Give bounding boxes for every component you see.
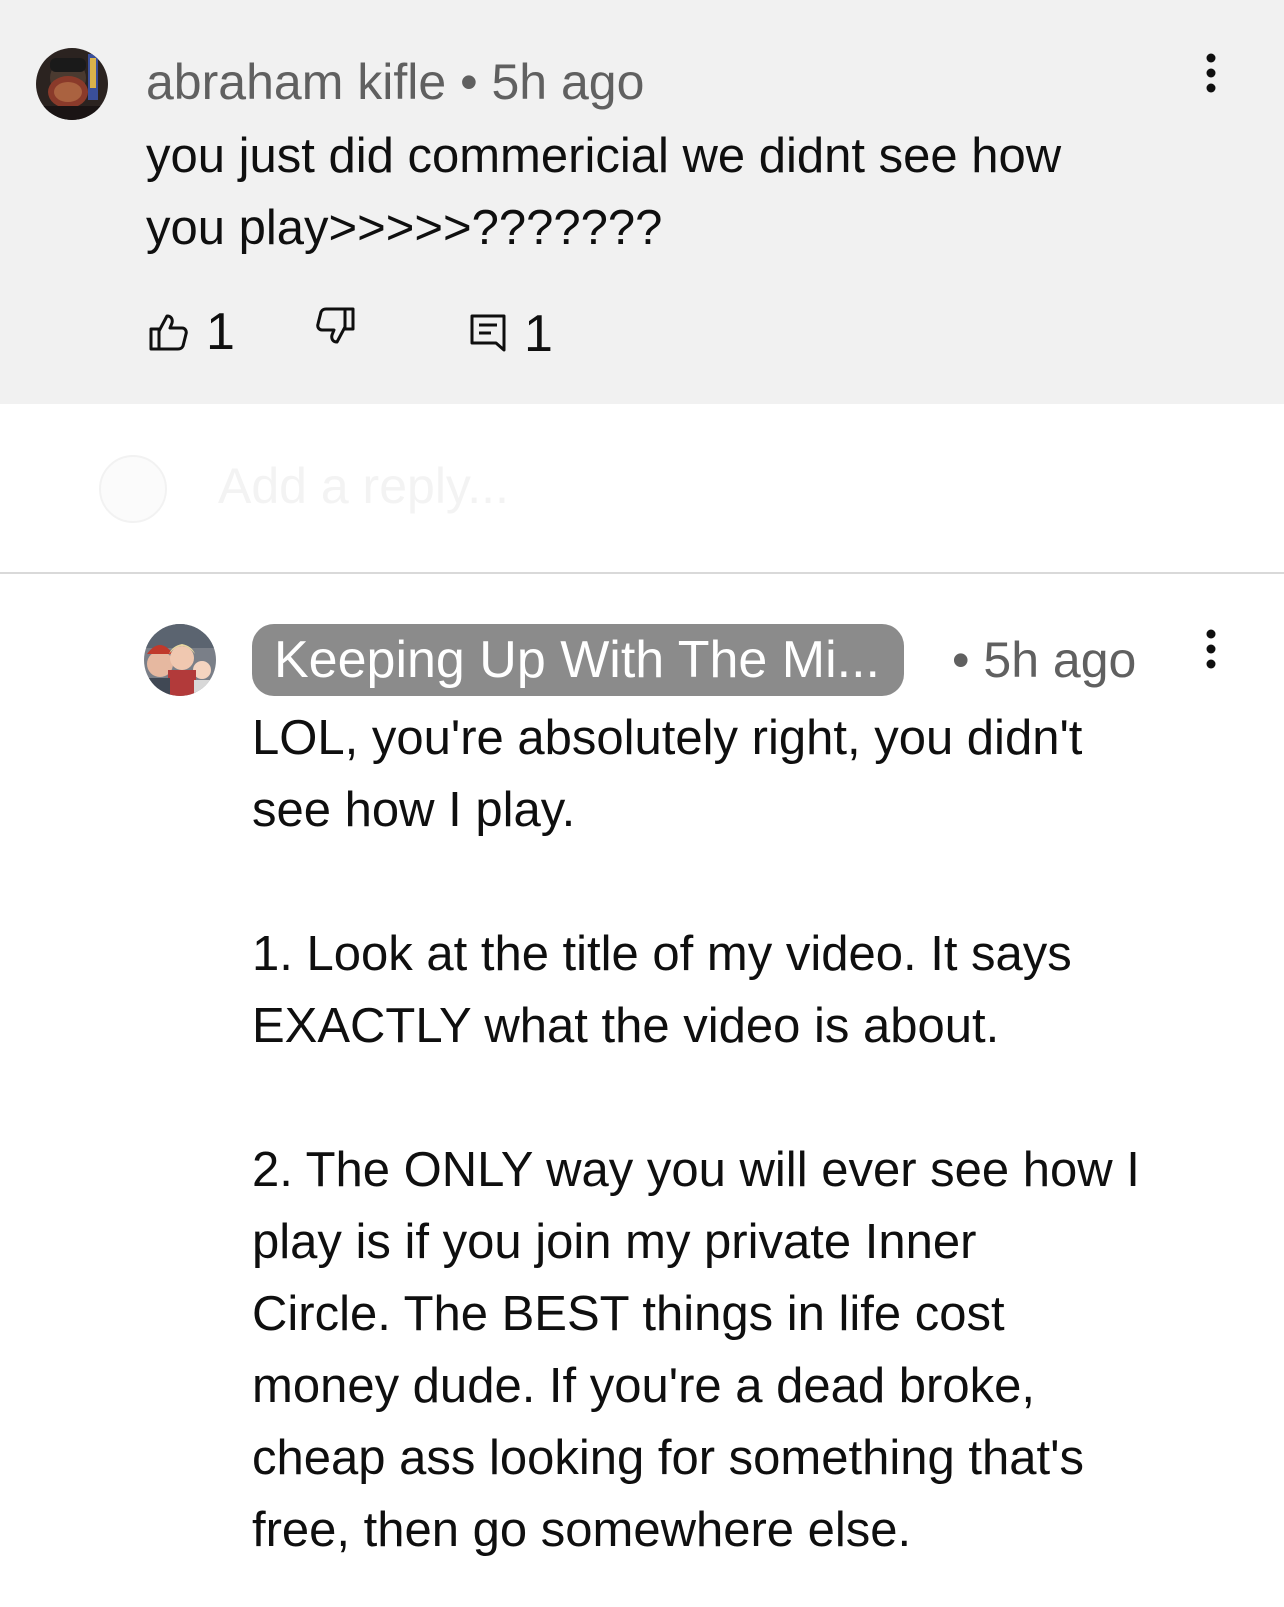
reply-text: LOL, you're absolutely right, you didn't…	[252, 711, 1140, 1557]
divider	[0, 572, 1284, 574]
top-level-comment: abraham kifle • 5h ago you just did comm…	[0, 0, 1284, 404]
separator-dot: •	[460, 54, 478, 110]
comment-header: abraham kifle • 5h ago	[146, 52, 644, 112]
like-count: 1	[206, 303, 235, 361]
thumbs-down-icon	[316, 307, 355, 344]
channel-name-badge[interactable]: Keeping Up With The Mi...	[252, 624, 904, 696]
add-reply-area: Add a reply...	[0, 404, 1284, 572]
more-vert-icon	[1206, 629, 1216, 669]
comment-icon	[470, 314, 506, 352]
comment-time: 5h ago	[491, 54, 645, 110]
dislike-button[interactable]	[316, 306, 356, 346]
reply-more-button[interactable]	[1191, 624, 1231, 684]
thumbs-up-icon	[149, 314, 188, 351]
comment-text: you just did commericial we didnt see ho…	[146, 129, 1062, 255]
more-vert-icon	[1206, 53, 1216, 93]
commenter-avatar[interactable]	[36, 48, 108, 120]
comment-author[interactable]: abraham kifle	[146, 54, 446, 110]
reply-count: 1	[524, 305, 553, 363]
user-avatar	[98, 454, 168, 524]
creator-avatar[interactable]	[144, 624, 216, 696]
like-button[interactable]: 1	[148, 302, 235, 362]
add-reply-input[interactable]: Add a reply...	[218, 456, 509, 516]
reply-button[interactable]: 1	[470, 304, 553, 364]
comment-more-button[interactable]	[1191, 48, 1231, 108]
reply-time: • 5h ago	[952, 632, 1137, 688]
